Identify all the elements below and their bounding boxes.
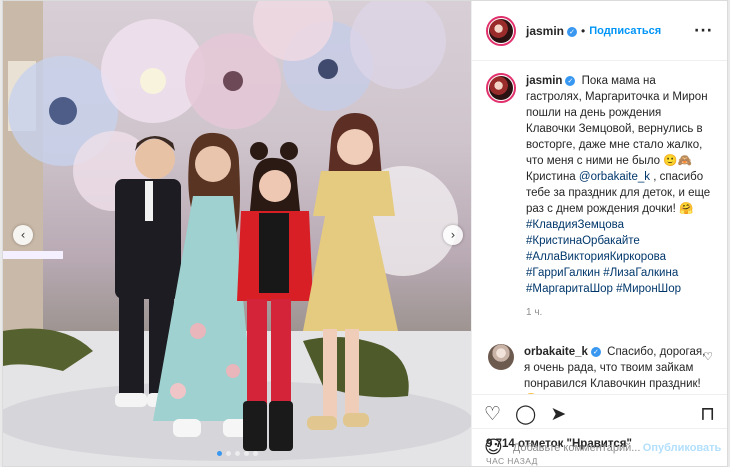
caption-timestamp[interactable]: 1 ч. bbox=[526, 307, 713, 318]
verified-badge-icon: ✓ bbox=[590, 347, 601, 357]
caption-username-text[interactable]: jasmin bbox=[526, 75, 562, 87]
post-photo[interactable]: ‹ › bbox=[3, 1, 471, 466]
hashtag-link[interactable]: #АллаВикторияКиркорова bbox=[526, 251, 666, 263]
caption-author-avatar[interactable] bbox=[486, 73, 516, 103]
hashtag-link[interactable]: #ГарриГалкин bbox=[526, 267, 600, 279]
previous-photo-button[interactable]: ‹ bbox=[13, 225, 33, 245]
reply-username[interactable]: orbakaite_k ✓ bbox=[524, 346, 601, 358]
comment-bubble-icon[interactable]: ◯ bbox=[515, 405, 536, 424]
chevron-right-icon: › bbox=[450, 228, 456, 242]
carousel-indicator bbox=[3, 451, 471, 456]
hashtag-link[interactable]: #ЛизаГалкина bbox=[603, 267, 678, 279]
author-username[interactable]: jasmin ✓ bbox=[526, 24, 578, 38]
verified-badge-icon: ✓ bbox=[565, 76, 576, 86]
reply-author-avatar[interactable] bbox=[488, 344, 514, 370]
caption-username[interactable]: jasmin ✓ bbox=[526, 75, 576, 87]
separator-dot: • bbox=[581, 23, 586, 38]
photo-illustration bbox=[3, 1, 471, 466]
post-sidebar: jasmin ✓ • Подписаться ··· jasmin ✓ Пока м… bbox=[471, 1, 727, 466]
reply-username-text[interactable]: orbakaite_k bbox=[524, 346, 588, 358]
like-comment-heart-icon[interactable]: ♡ bbox=[703, 350, 713, 363]
add-comment-bar: ☺ Опубликовать bbox=[472, 428, 727, 466]
author-username-text[interactable]: jasmin bbox=[526, 24, 564, 38]
carousel-dot bbox=[252, 451, 258, 456]
publish-comment-button[interactable]: Опубликовать bbox=[643, 442, 722, 454]
add-comment-input[interactable] bbox=[512, 441, 643, 454]
bookmark-icon[interactable]: ⊓ bbox=[700, 405, 715, 424]
chevron-left-icon: ‹ bbox=[20, 228, 26, 242]
next-photo-button[interactable]: › bbox=[443, 225, 463, 245]
carousel-dot bbox=[234, 451, 240, 456]
instagram-post: ‹ › jasmin ✓ • Подписаться ··· jasmin ✓ … bbox=[2, 0, 728, 467]
reply-comment: orbakaite_k ✓ Спасибо, дорогая, я очень р… bbox=[486, 344, 713, 394]
verified-badge-icon: ✓ bbox=[567, 26, 578, 37]
hashtag-link[interactable]: #МаргаритаШор bbox=[526, 283, 613, 295]
hashtag-link[interactable]: #МиронШор bbox=[616, 283, 681, 295]
caption-text-part-1: Пока мама на гастролях, Маргариточка и М… bbox=[526, 75, 708, 183]
follow-button[interactable]: Подписаться bbox=[589, 25, 661, 37]
comments-list: jasmin ✓ Пока мама на гастролях, Маргарит… bbox=[472, 61, 727, 394]
carousel-dot bbox=[243, 451, 249, 456]
emoji-picker-icon[interactable]: ☺ bbox=[484, 437, 503, 458]
caption-text: jasmin ✓ Пока мама на гастролях, Маргарит… bbox=[526, 73, 712, 297]
author-avatar[interactable] bbox=[486, 15, 516, 46]
reply-text: orbakaite_k ✓ Спасибо, дорогая, я очень р… bbox=[524, 344, 710, 394]
mention-link[interactable]: @orbakaite_k bbox=[579, 171, 650, 183]
hashtag-link[interactable]: #КлавдияЗемцова bbox=[526, 219, 624, 231]
carousel-dot bbox=[225, 451, 231, 456]
more-options-icon[interactable]: ··· bbox=[694, 23, 713, 39]
like-heart-icon[interactable]: ♡ bbox=[484, 405, 501, 424]
carousel-dot bbox=[216, 451, 222, 456]
share-paper-plane-icon[interactable]: ➤ bbox=[550, 405, 566, 424]
caption-comment: jasmin ✓ Пока мама на гастролях, Маргарит… bbox=[486, 73, 713, 297]
post-header: jasmin ✓ • Подписаться ··· bbox=[472, 1, 727, 61]
hashtag-link[interactable]: #КристинаОрбакайте bbox=[526, 235, 640, 247]
